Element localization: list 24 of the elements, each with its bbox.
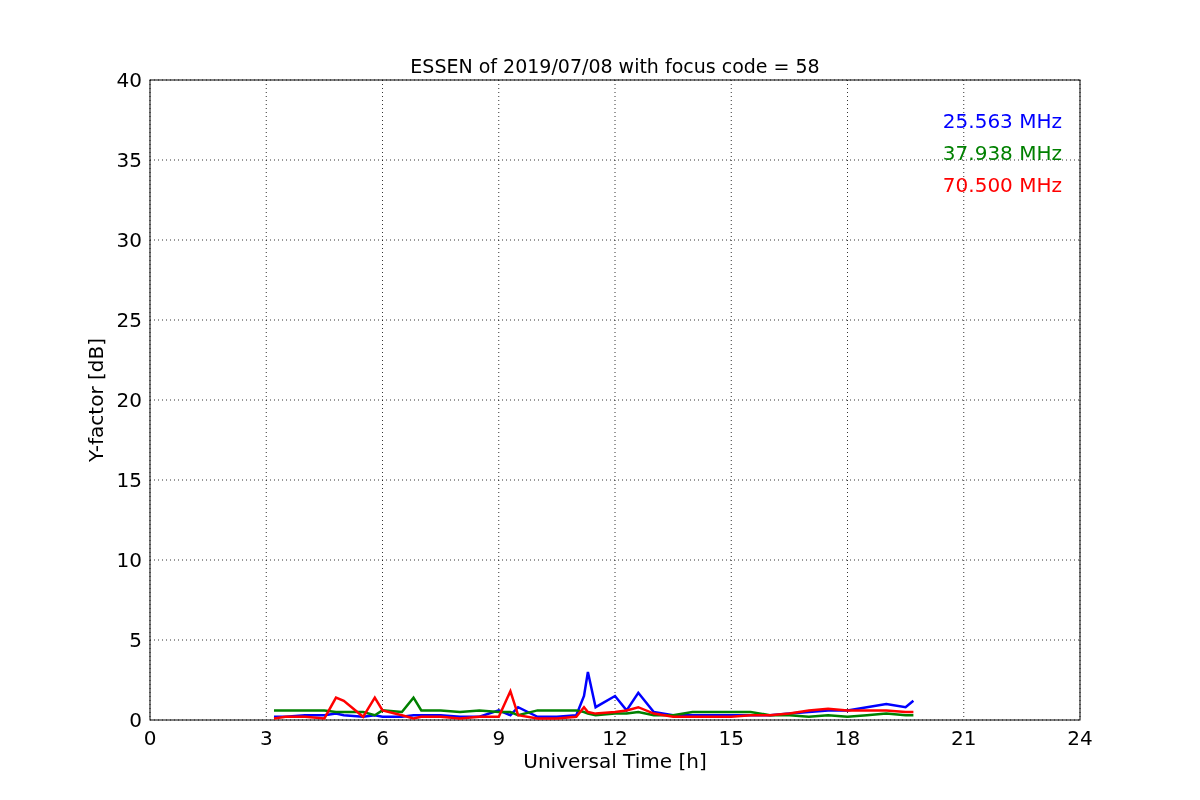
tick-label: 0 [143,726,157,750]
tick-label: 6 [376,726,389,750]
tick-label: 30 [116,228,142,252]
tick-label: 21 [951,726,977,750]
y-axis-label: Y-factor [dB] [84,338,108,462]
tick-label: 9 [492,726,506,750]
legend-label: 37.938 MHz [942,141,1062,165]
tick-label: 0 [129,708,142,732]
legend-label: 70.500 MHz [942,173,1062,197]
tick-label: 40 [116,68,142,92]
tick-label: 15 [116,468,142,492]
legend-label: 25.563 MHz [942,109,1062,133]
tick-label: 24 [1067,726,1093,750]
tick-label: 12 [602,726,628,750]
tick-label: 5 [129,628,142,652]
tick-label: 35 [116,148,142,172]
tick-label: 25 [116,308,142,332]
tick-label: 20 [116,388,142,412]
tick-label: 15 [718,726,744,750]
tick-label: 18 [834,726,861,750]
x-axis-label: Universal Time [h] [523,749,707,773]
tick-label: 10 [116,548,142,572]
chart-title: ESSEN of 2019/07/08 with focus code = 58 [410,55,820,77]
tick-label: 3 [259,726,273,750]
